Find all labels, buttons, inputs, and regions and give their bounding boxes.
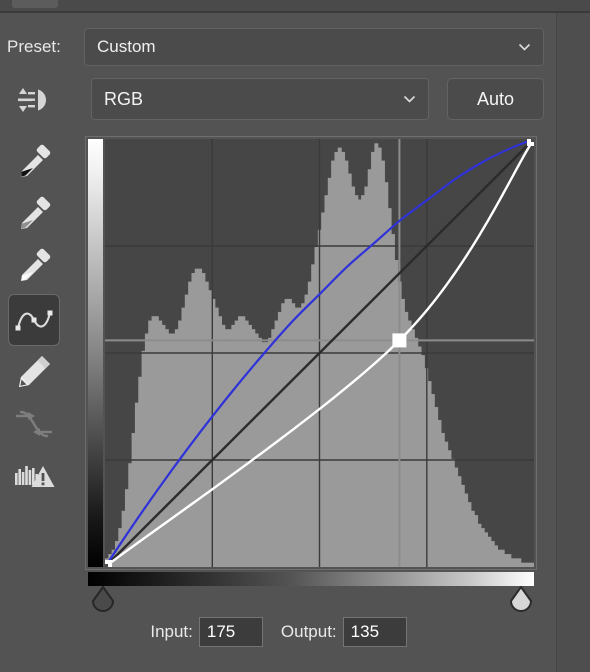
output-field[interactable]: 135 bbox=[342, 617, 407, 647]
input-value: 175 bbox=[206, 622, 236, 641]
output-gradient-strip bbox=[88, 139, 103, 567]
input-gradient-bar bbox=[88, 572, 534, 586]
black-point-eyedropper[interactable] bbox=[8, 138, 60, 190]
panel-right-edge bbox=[557, 13, 590, 672]
targeted-adjustment-icon[interactable] bbox=[15, 83, 53, 117]
preset-row: Preset: Custom bbox=[0, 28, 557, 68]
output-label: Output: bbox=[280, 622, 337, 641]
curves-panel: Preset: Custom RGB Auto Input: 175 Outpu… bbox=[0, 0, 590, 672]
control-point-midtone-point[interactable] bbox=[392, 333, 407, 348]
gray-point-eyedropper[interactable] bbox=[8, 190, 60, 242]
black-point-slider-icon[interactable] bbox=[88, 585, 118, 612]
pencil-draw-tool[interactable] bbox=[8, 346, 60, 398]
input-gradient bbox=[88, 572, 534, 586]
panel-tab-stub[interactable] bbox=[12, 0, 58, 8]
edit-points-curve-tool[interactable] bbox=[8, 294, 60, 346]
output-value: 135 bbox=[350, 622, 380, 641]
curves-plot-svg[interactable] bbox=[105, 139, 534, 567]
channel-row: RGB Auto bbox=[0, 78, 557, 122]
smooth-curve-tool bbox=[8, 398, 60, 450]
curves-tool-column bbox=[8, 138, 64, 538]
white-point-eyedropper[interactable] bbox=[8, 242, 60, 294]
auto-button-label: Auto bbox=[476, 88, 515, 109]
curves-graph[interactable] bbox=[85, 136, 537, 570]
input-field[interactable]: 175 bbox=[198, 617, 263, 647]
chevron-down-icon bbox=[518, 43, 531, 51]
panel-top-strip bbox=[0, 0, 590, 11]
channel-value: RGB bbox=[104, 88, 144, 109]
preset-select[interactable]: Custom bbox=[84, 28, 544, 66]
input-output-row: Input: 175 Output: 135 bbox=[0, 614, 557, 650]
curves-plot-area[interactable] bbox=[105, 139, 534, 567]
chevron-down-icon bbox=[403, 95, 416, 103]
control-point-inner bbox=[531, 139, 534, 142]
white-point-slider-icon[interactable] bbox=[506, 585, 536, 612]
preset-label: Preset: bbox=[7, 37, 61, 56]
input-label: Input: bbox=[150, 622, 193, 641]
histogram-cache-warning-icon[interactable] bbox=[8, 450, 60, 502]
preset-value: Custom bbox=[97, 37, 156, 56]
control-point-inner bbox=[105, 564, 108, 567]
channel-select[interactable]: RGB bbox=[91, 78, 429, 120]
histogram-bin bbox=[530, 562, 534, 567]
auto-button[interactable]: Auto bbox=[447, 78, 544, 120]
panel-top-divider bbox=[0, 11, 590, 13]
